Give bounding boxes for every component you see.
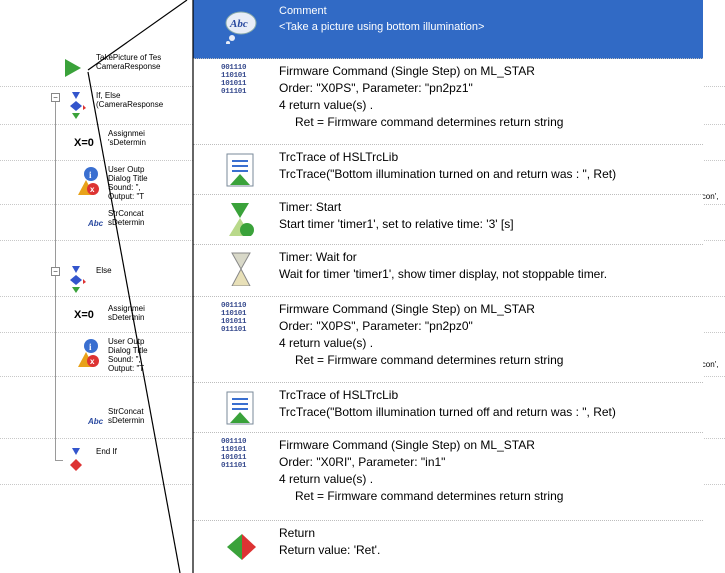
zoom-connector-lines [87, 0, 194, 573]
